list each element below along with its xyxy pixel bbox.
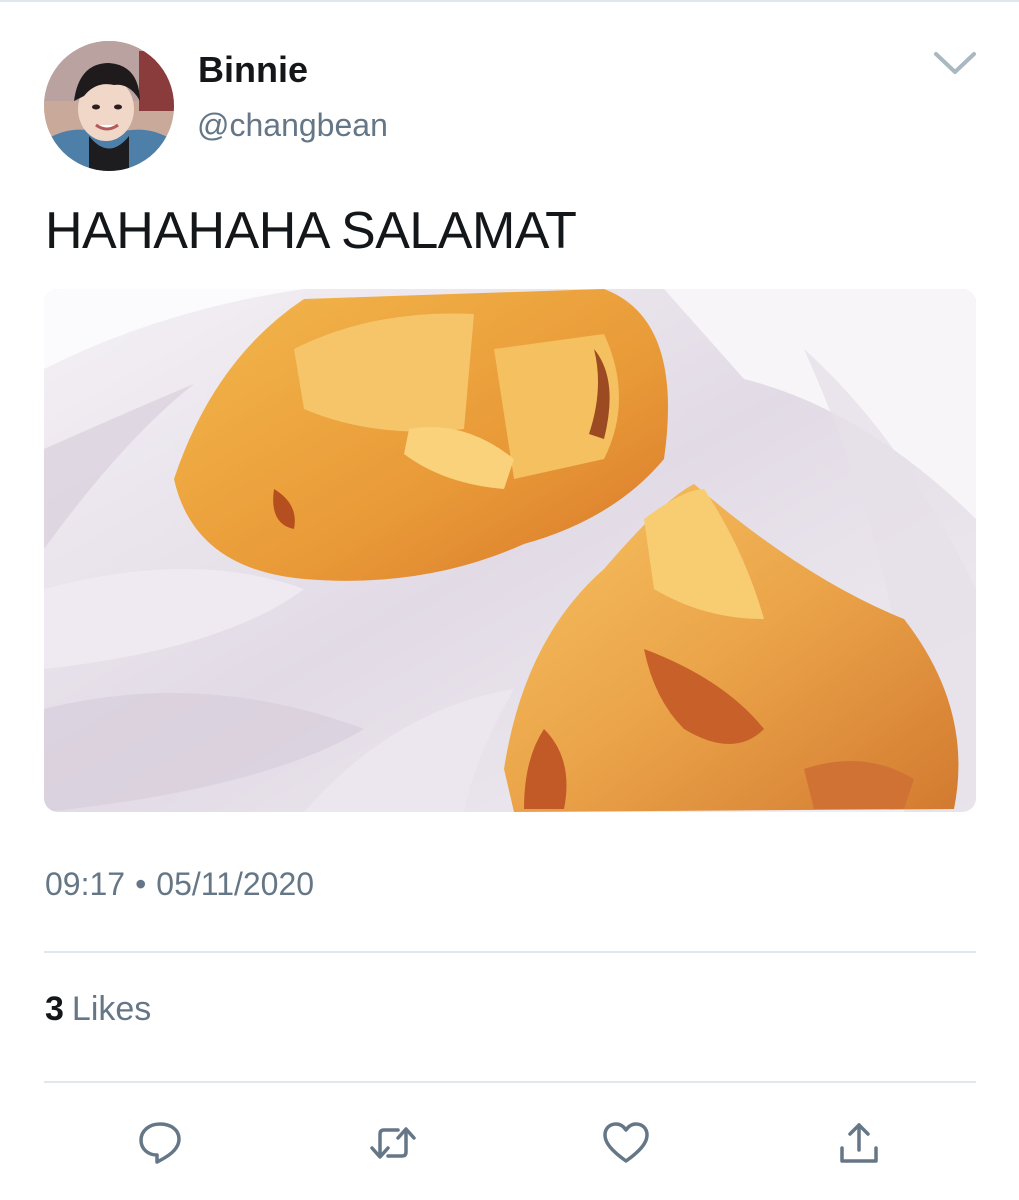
retweet-button[interactable] [368, 1118, 418, 1168]
tweet-date: 05/11/2020 [156, 866, 315, 902]
photo-content [44, 289, 976, 812]
like-button[interactable] [601, 1118, 651, 1168]
chevron-down-icon[interactable] [932, 48, 978, 78]
likes-stat[interactable]: 3 Likes [45, 989, 151, 1029]
tweet-timestamp: 09:17 • 05/11/2020 [45, 864, 314, 904]
user-handle[interactable]: @changbean [197, 106, 388, 144]
avatar[interactable] [44, 41, 174, 171]
reply-icon [139, 1122, 181, 1164]
meta-separator: • [135, 866, 147, 902]
divider [44, 951, 976, 953]
retweet-icon [370, 1127, 416, 1159]
reply-button[interactable] [135, 1118, 185, 1168]
top-divider [0, 0, 1019, 2]
share-button[interactable] [834, 1118, 884, 1168]
display-name[interactable]: Binnie [198, 50, 308, 90]
heart-icon [603, 1122, 649, 1163]
share-icon [840, 1123, 878, 1163]
likes-count: 3 [45, 990, 64, 1028]
likes-label: Likes [71, 990, 152, 1028]
avatar-image [44, 41, 174, 171]
tweet-time: 09:17 [45, 866, 126, 902]
tweet-photo[interactable] [44, 289, 976, 812]
tweet-text: HAHAHAHA SALAMAT [45, 202, 577, 260]
divider [44, 1081, 976, 1083]
